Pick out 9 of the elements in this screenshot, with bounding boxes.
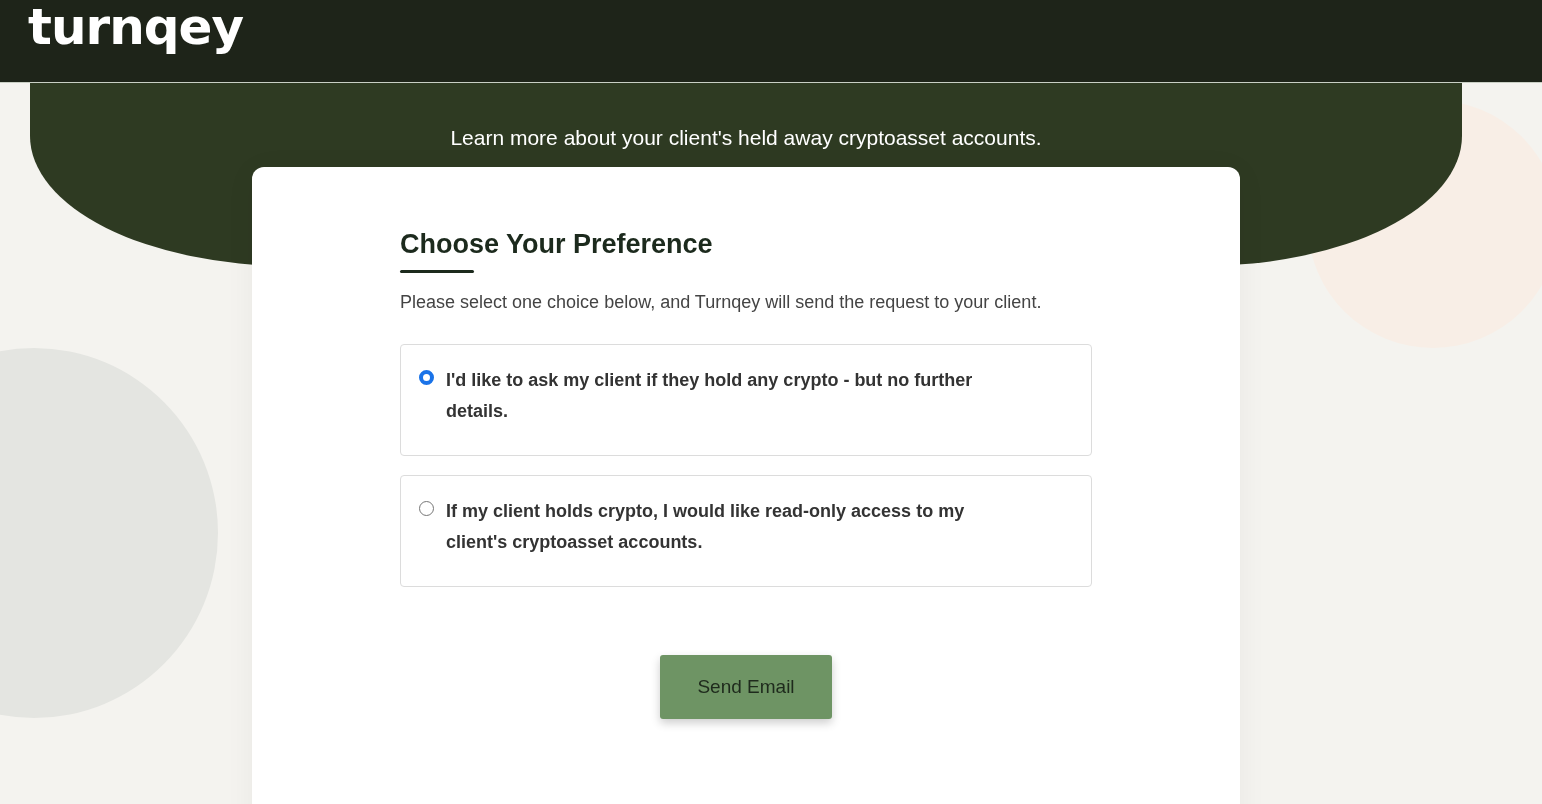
card-title: Choose Your Preference bbox=[400, 229, 713, 261]
send-email-button[interactable]: Send Email bbox=[660, 655, 832, 719]
logo[interactable]: turnqey bbox=[28, 2, 244, 52]
banner-text: Learn more about your client's held away cryptoasset accounts. bbox=[450, 125, 1042, 151]
radio-button[interactable] bbox=[419, 501, 434, 516]
choice-option[interactable]: If my client holds crypto, I would like read-only access to my client's cryptoasset accounts. bbox=[400, 475, 1092, 587]
radio-button[interactable] bbox=[419, 370, 434, 385]
choice-option[interactable]: I'd like to ask my client if they hold any crypto - but no further details. bbox=[400, 344, 1092, 456]
card-description: Please select one choice below, and Turnqey will send the request to your client. bbox=[400, 291, 1043, 314]
